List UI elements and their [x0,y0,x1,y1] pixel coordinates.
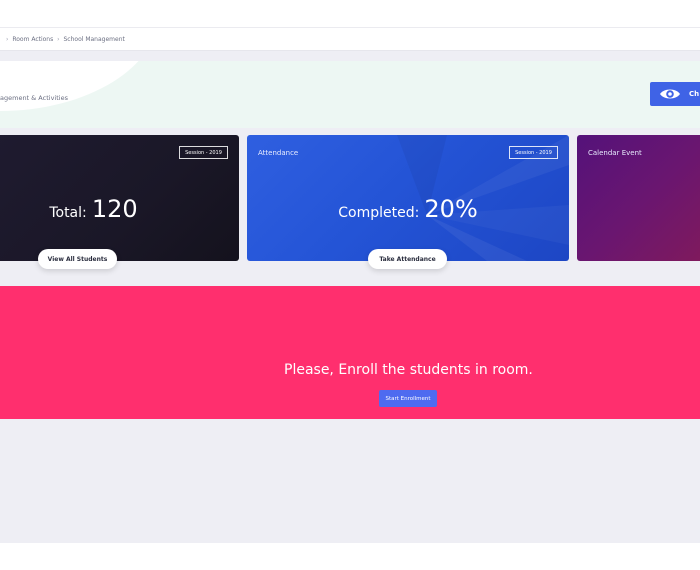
card-title: Calendar Event [588,149,642,157]
start-enrollment-button[interactable]: Start Enrollment [379,390,437,407]
breadcrumb-item-school-management: School Management [63,36,125,43]
total-students-stat: Total: 120 [0,195,239,223]
main-content: agement & Activities Ch Session - 2019 T… [0,51,700,543]
enroll-message: Please, Enroll the students in room. [284,362,533,378]
eye-icon [660,89,680,99]
stat-label: Completed: [338,205,420,221]
take-attendance-button[interactable]: Take Attendance [368,249,447,269]
header-action-label: Ch [689,90,700,98]
stat-label: Total: [49,205,87,221]
stat-value: 120 [91,195,138,223]
breadcrumb-separator: › [57,36,60,43]
footer [0,543,700,570]
breadcrumb-item-room-actions[interactable]: Room Actions [12,36,53,43]
attendance-stat: Completed: 20% [247,195,569,223]
breadcrumb-separator: › [6,36,9,43]
top-navbar [0,0,700,28]
card-title: Attendance [258,149,299,157]
page-header-banner: agement & Activities Ch [0,61,700,128]
students-card: Session - 2019 Total: 120 [0,135,239,261]
banner-decoration [0,61,160,111]
session-badge: Session - 2019 [179,146,228,159]
header-action-button[interactable]: Ch [650,82,700,106]
enroll-banner: Please, Enroll the students in room. Sta… [0,286,700,419]
breadcrumb-bar: › Room Actions › School Management [0,28,700,51]
attendance-card: Attendance Session - 2019 Completed: 20% [247,135,569,261]
view-all-students-button[interactable]: View All Students [38,249,117,269]
stat-value: 20% [424,195,478,223]
session-badge: Session - 2019 [509,146,558,159]
page-subtitle: agement & Activities [0,94,68,102]
calendar-event-card: Calendar Event [577,135,700,261]
breadcrumb: › Room Actions › School Management [4,36,125,43]
